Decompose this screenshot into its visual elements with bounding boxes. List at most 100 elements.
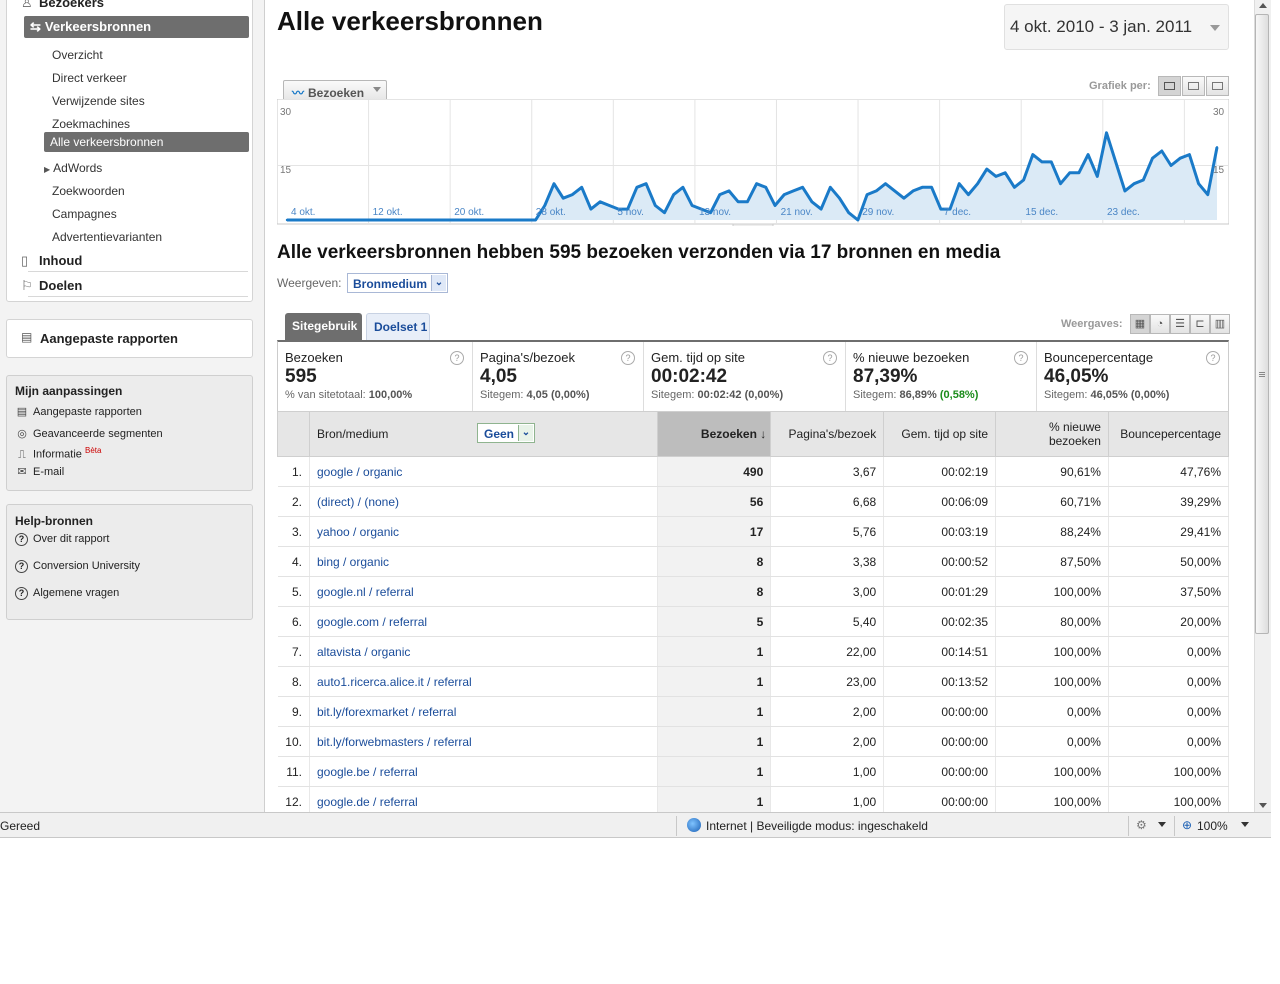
chart-point[interactable] (515, 218, 519, 222)
row-source-link[interactable]: yahoo / organic (309, 516, 659, 547)
row-source-link[interactable]: bit.ly/forexmarket / referral (309, 696, 659, 727)
chart-point[interactable] (350, 218, 353, 222)
chart-point[interactable] (322, 218, 326, 222)
chart-point[interactable] (736, 200, 740, 204)
help-icon[interactable]: ? (823, 351, 837, 365)
row-source-link[interactable]: google / organic (309, 456, 659, 487)
chart-point[interactable] (1215, 146, 1219, 149)
chart-point[interactable] (718, 193, 721, 196)
chart-point[interactable] (1068, 171, 1071, 174)
chart-point[interactable] (967, 193, 970, 196)
row-source-link[interactable]: bing / organic (309, 546, 659, 577)
nav-verkeersbronnen[interactable]: ⇆ Verkeersbronnen (24, 16, 249, 38)
chart-point[interactable] (1059, 182, 1062, 185)
nav-verwijzende-sites[interactable]: Verwijzende sites (52, 94, 145, 108)
chart-point[interactable] (792, 189, 795, 193)
nav-zoekwoorden[interactable]: Zoekwoorden (52, 184, 125, 198)
chart-point[interactable] (1123, 189, 1127, 193)
chart-point[interactable] (304, 218, 307, 222)
chart-point[interactable] (479, 218, 482, 222)
header-paginas-bezoek[interactable]: Pagina's/bezoek (770, 411, 885, 457)
chevron-down-icon[interactable] (1210, 25, 1220, 31)
chart-point[interactable] (1169, 164, 1173, 167)
chart-point[interactable] (635, 186, 639, 189)
chart-point[interactable] (985, 167, 989, 171)
scrollbar-thumb[interactable] (1255, 14, 1269, 634)
chart-point[interactable] (552, 182, 556, 185)
row-source-link[interactable]: altavista / organic (309, 636, 659, 667)
protected-mode-icon[interactable]: ⚙ (1136, 818, 1147, 832)
chart-point[interactable] (433, 218, 436, 222)
chart-point[interactable] (497, 218, 500, 222)
custom-reports-box[interactable]: ▤ Aangepaste rapporten (6, 319, 253, 358)
chart-point[interactable] (865, 193, 869, 196)
chart-point[interactable] (727, 189, 731, 193)
source-medium-link[interactable]: google.be / referral (317, 765, 418, 779)
row-source-link[interactable]: auto1.ricerca.alice.it / referral (309, 666, 659, 697)
source-medium-link[interactable]: google / organic (317, 465, 402, 479)
source-medium-link[interactable]: yahoo / organic (317, 525, 399, 539)
chart-point[interactable] (1050, 160, 1053, 164)
nav-bezoekers[interactable]: ♙ Bezoekers (21, 0, 104, 11)
chart-point[interactable] (994, 175, 998, 178)
chart-point[interactable] (856, 218, 860, 222)
scroll-down-icon[interactable] (1259, 803, 1267, 808)
nav-adwords[interactable]: ▶ AdWords (44, 161, 102, 175)
chart-point[interactable] (681, 186, 685, 189)
chart-point[interactable] (608, 204, 611, 207)
help-icon[interactable]: ? (450, 351, 464, 365)
secondary-dimension-select[interactable]: Geen ⌄ (477, 423, 535, 443)
scroll-up-icon[interactable] (1259, 3, 1267, 8)
chart-point[interactable] (875, 189, 878, 193)
link-over-dit-rapport[interactable]: ? Over dit rapport (15, 533, 109, 546)
view-compare-button[interactable]: ⊏ (1190, 314, 1210, 334)
chart-point[interactable] (1077, 171, 1081, 174)
chart-point[interactable] (911, 189, 915, 193)
chart-point[interactable] (1004, 171, 1007, 174)
nav-alle-verkeersbronnen[interactable]: Alle verkeersbronnen (44, 132, 249, 152)
source-medium-link[interactable]: google.com / referral (317, 615, 427, 629)
chart-point[interactable] (764, 186, 768, 189)
chart-point[interactable] (902, 197, 906, 200)
link-geavanceerde-segmenten[interactable]: ◎ Geavanceerde segmenten (15, 427, 162, 440)
source-medium-link[interactable]: bit.ly/forwebmasters / referral (317, 735, 472, 749)
chart-point[interactable] (460, 218, 464, 222)
row-source-link[interactable]: google.nl / referral (309, 576, 659, 607)
chart-point[interactable] (884, 182, 887, 185)
chart-point[interactable] (644, 182, 648, 185)
chart-point[interactable] (810, 200, 814, 204)
zoom-level[interactable]: 100% (1197, 819, 1228, 833)
chart-point[interactable] (1178, 157, 1182, 160)
view-pivot-button[interactable]: ▥ (1210, 314, 1230, 334)
chart-point[interactable] (1142, 178, 1145, 182)
header-gem-tijd[interactable]: Gem. tijd op site (883, 411, 997, 457)
chart-point[interactable] (488, 218, 491, 222)
chart-point[interactable] (690, 204, 694, 207)
link-conversion-university[interactable]: ? Conversion University (15, 560, 140, 573)
chart-point[interactable] (654, 204, 657, 207)
chart-point[interactable] (295, 218, 298, 222)
header-nieuwe-bezoeken[interactable]: % nieuwe bezoeken (995, 411, 1109, 457)
chevron-down-icon[interactable] (1158, 822, 1166, 827)
link-email[interactable]: ✉ E-mail (15, 465, 64, 478)
help-icon[interactable]: ? (621, 351, 635, 365)
chart-point[interactable] (534, 218, 537, 222)
chart-point[interactable] (1114, 160, 1117, 164)
dimension-select[interactable]: Bronmedium ⌄ (347, 273, 448, 293)
row-source-link[interactable]: google.be / referral (309, 756, 659, 787)
row-source-link[interactable]: (direct) / (none) (309, 486, 659, 517)
link-algemene-vragen[interactable]: ? Algemene vragen (15, 587, 119, 600)
chart-point[interactable] (359, 218, 362, 222)
link-informatie[interactable]: ⎍ Informatie Bèta (15, 446, 101, 462)
chart-point[interactable] (331, 218, 335, 222)
chart-point[interactable] (1197, 182, 1200, 185)
chart-point[interactable] (506, 218, 510, 222)
nav-campagnes[interactable]: Campagnes (52, 207, 117, 221)
chart-point[interactable] (1086, 153, 1090, 156)
chart-point[interactable] (939, 207, 942, 211)
chart-point[interactable] (571, 193, 574, 196)
nav-overzicht[interactable]: Overzicht (52, 48, 103, 62)
zoom-icon[interactable]: ⊕ (1182, 818, 1192, 832)
nav-doelen[interactable]: ⚐ Doelen (21, 278, 82, 294)
chart-point[interactable] (672, 193, 675, 196)
